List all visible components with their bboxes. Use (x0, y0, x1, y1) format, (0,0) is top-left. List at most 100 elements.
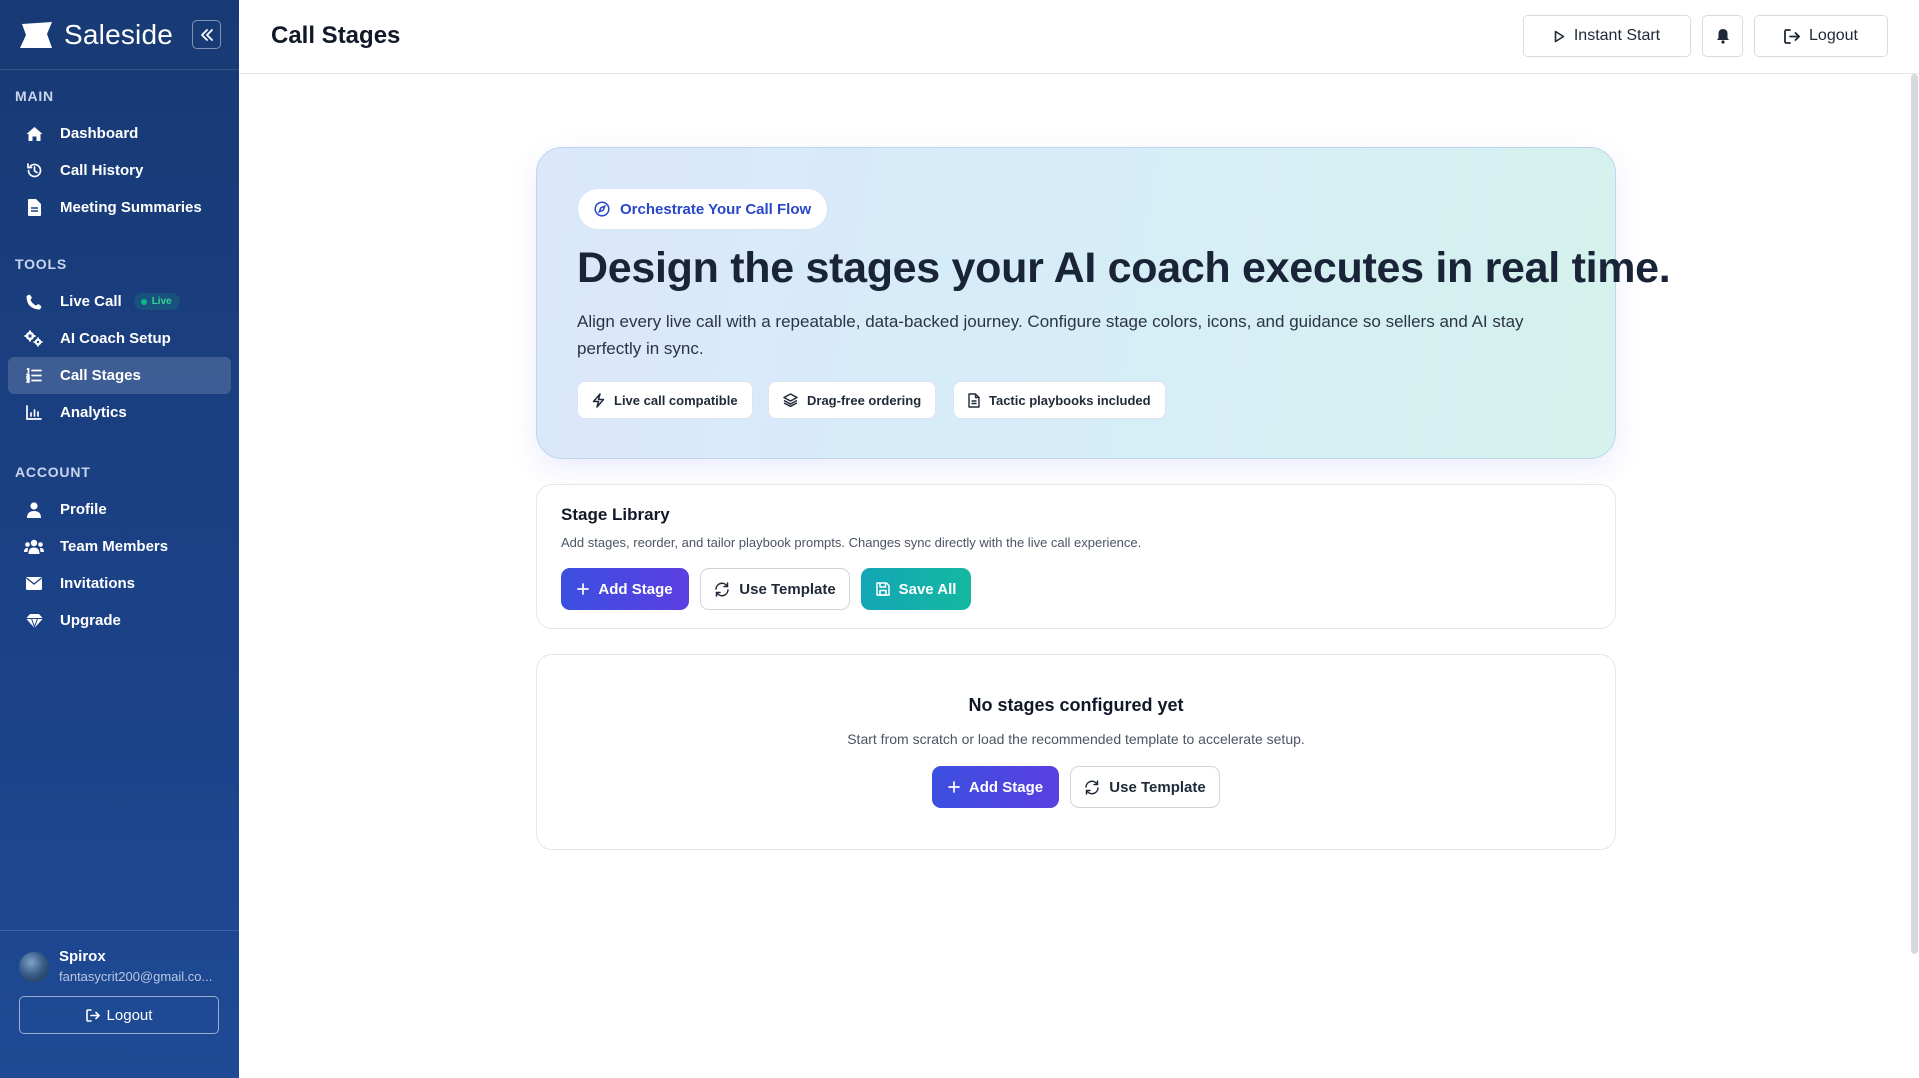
page-title: Call Stages (271, 22, 401, 49)
sidebar-item-invitations[interactable]: Invitations (8, 565, 231, 602)
bell-icon (1716, 29, 1729, 44)
hero-banner: Orchestrate Your Call Flow Design the st… (536, 147, 1671, 459)
use-template-button[interactable]: Use Template (700, 568, 850, 610)
add-stage-button[interactable]: Add Stage (561, 568, 689, 610)
sidebar-logout-label: Logout (106, 1006, 153, 1024)
empty-state-card: No stages configured yet Start from scra… (536, 654, 1616, 850)
plus-icon (948, 781, 960, 793)
sidebar: Saleside MAIN Dashboard Call History Mee… (0, 0, 239, 1078)
sidebar-item-label: Dashboard (60, 125, 139, 142)
hero-pill-label: Orchestrate Your Call Flow (620, 200, 812, 218)
users-icon (24, 537, 44, 557)
add-stage-label: Add Stage (598, 580, 673, 598)
section-label-main: MAIN (15, 88, 54, 104)
sidebar-item-ai-coach-setup[interactable]: AI Coach Setup (8, 320, 231, 357)
save-all-label: Save All (898, 580, 957, 598)
chip-label: Live call compatible (614, 392, 738, 408)
sidebar-item-label: Analytics (60, 404, 127, 421)
instant-start-button[interactable]: Instant Start (1523, 15, 1691, 57)
gem-icon (24, 611, 44, 631)
use-template-label: Use Template (739, 580, 836, 598)
stage-library-card: Stage Library Add stages, reorder, and t… (536, 484, 1616, 629)
sidebar-item-label: Upgrade (60, 612, 121, 629)
bolt-icon (592, 392, 605, 408)
empty-add-stage-label: Add Stage (968, 778, 1044, 796)
live-badge: Live (133, 293, 180, 310)
compass-icon (594, 201, 610, 217)
live-badge-label: Live (151, 296, 172, 307)
refresh-icon (1085, 779, 1100, 795)
empty-use-template-button[interactable]: Use Template (1070, 766, 1220, 808)
sidebar-item-label: Team Members (60, 538, 169, 555)
layers-icon (783, 393, 798, 407)
section-label-account: ACCOUNT (15, 464, 91, 480)
top-header: Call Stages Instant Start Logout (239, 0, 1919, 74)
sidebar-item-label: Profile (60, 501, 107, 518)
scrollbar-thumb[interactable] (1911, 74, 1918, 954)
sidebar-item-live-call[interactable]: Live Call Live (8, 283, 231, 320)
collapse-sidebar-button[interactable] (192, 20, 221, 49)
sidebar-logout-button[interactable]: Logout (19, 996, 219, 1034)
section-label-tools: TOOLS (15, 256, 67, 272)
header-logout-button[interactable]: Logout (1754, 15, 1888, 57)
user-email: fantasycrit200@gmail.co... (59, 969, 213, 984)
save-icon (875, 582, 890, 596)
refresh-icon (715, 581, 730, 597)
sidebar-item-profile[interactable]: Profile (8, 491, 231, 528)
sidebar-item-label: AI Coach Setup (60, 330, 171, 347)
empty-state-subtitle: Start from scratch or load the recommend… (847, 731, 1305, 747)
sidebar-item-label: Call Stages (60, 367, 141, 384)
user-name: Spirox (59, 948, 106, 965)
envelope-icon (24, 574, 44, 594)
plus-icon (577, 583, 590, 595)
chart-icon (24, 403, 44, 423)
empty-state-title: No stages configured yet (968, 695, 1184, 715)
header-logout-label: Logout (1809, 27, 1858, 44)
instant-start-label: Instant Start (1573, 27, 1661, 44)
user-profile-area: Spirox fantasycrit200@gmail.co... Logout (0, 930, 239, 1078)
gears-icon (24, 329, 44, 349)
avatar (19, 952, 49, 982)
hero-pill: Orchestrate Your Call Flow (577, 188, 829, 230)
phone-icon (24, 292, 44, 312)
sidebar-item-call-history[interactable]: Call History (8, 152, 231, 189)
hero-description: Align every live call with a repeatable,… (577, 312, 1524, 358)
main-scrollbar[interactable] (1909, 74, 1919, 954)
sidebar-item-meeting-summaries[interactable]: Meeting Summaries (8, 189, 231, 226)
sidebar-item-dashboard[interactable]: Dashboard (8, 115, 231, 152)
document-icon (24, 198, 44, 218)
hero-title: Design the stages your AI coach executes… (577, 244, 1671, 292)
live-dot-icon (140, 298, 147, 305)
sidebar-item-label: Invitations (60, 575, 136, 592)
feature-chip-live-call: Live call compatible (577, 381, 753, 419)
stage-library-title: Stage Library (561, 505, 670, 524)
sidebar-item-label: Call History (60, 162, 144, 179)
saleside-logo-icon (20, 21, 52, 48)
list-ordered-icon (24, 366, 44, 386)
file-icon (968, 392, 980, 408)
sidebar-item-label: Live Call (60, 293, 122, 310)
stage-library-subtitle: Add stages, reorder, and tailor playbook… (561, 535, 1142, 550)
feature-chip-ordering: Drag-free ordering (768, 381, 937, 419)
chip-label: Drag-free ordering (807, 392, 922, 408)
brand-name: Saleside (64, 18, 174, 50)
sidebar-item-upgrade[interactable]: Upgrade (8, 602, 231, 639)
empty-use-template-label: Use Template (1109, 778, 1206, 796)
sidebar-item-label: Meeting Summaries (60, 199, 202, 216)
sidebar-item-team-members[interactable]: Team Members (8, 528, 231, 565)
chip-label: Tactic playbooks included (989, 392, 1151, 408)
save-all-button[interactable]: Save All (861, 568, 971, 610)
chevrons-left-icon (200, 28, 213, 41)
empty-add-stage-button[interactable]: Add Stage (932, 766, 1059, 808)
sidebar-item-analytics[interactable]: Analytics (8, 394, 231, 431)
user-icon (24, 500, 44, 520)
logout-icon (1784, 28, 1800, 44)
sidebar-item-call-stages[interactable]: Call Stages (8, 357, 231, 394)
notifications-button[interactable] (1702, 15, 1743, 57)
brand: Saleside (0, 0, 239, 70)
logout-icon (85, 1008, 100, 1022)
play-icon (1554, 30, 1565, 42)
feature-chip-playbooks: Tactic playbooks included (953, 381, 1166, 419)
history-icon (24, 161, 44, 181)
home-icon (24, 124, 44, 144)
